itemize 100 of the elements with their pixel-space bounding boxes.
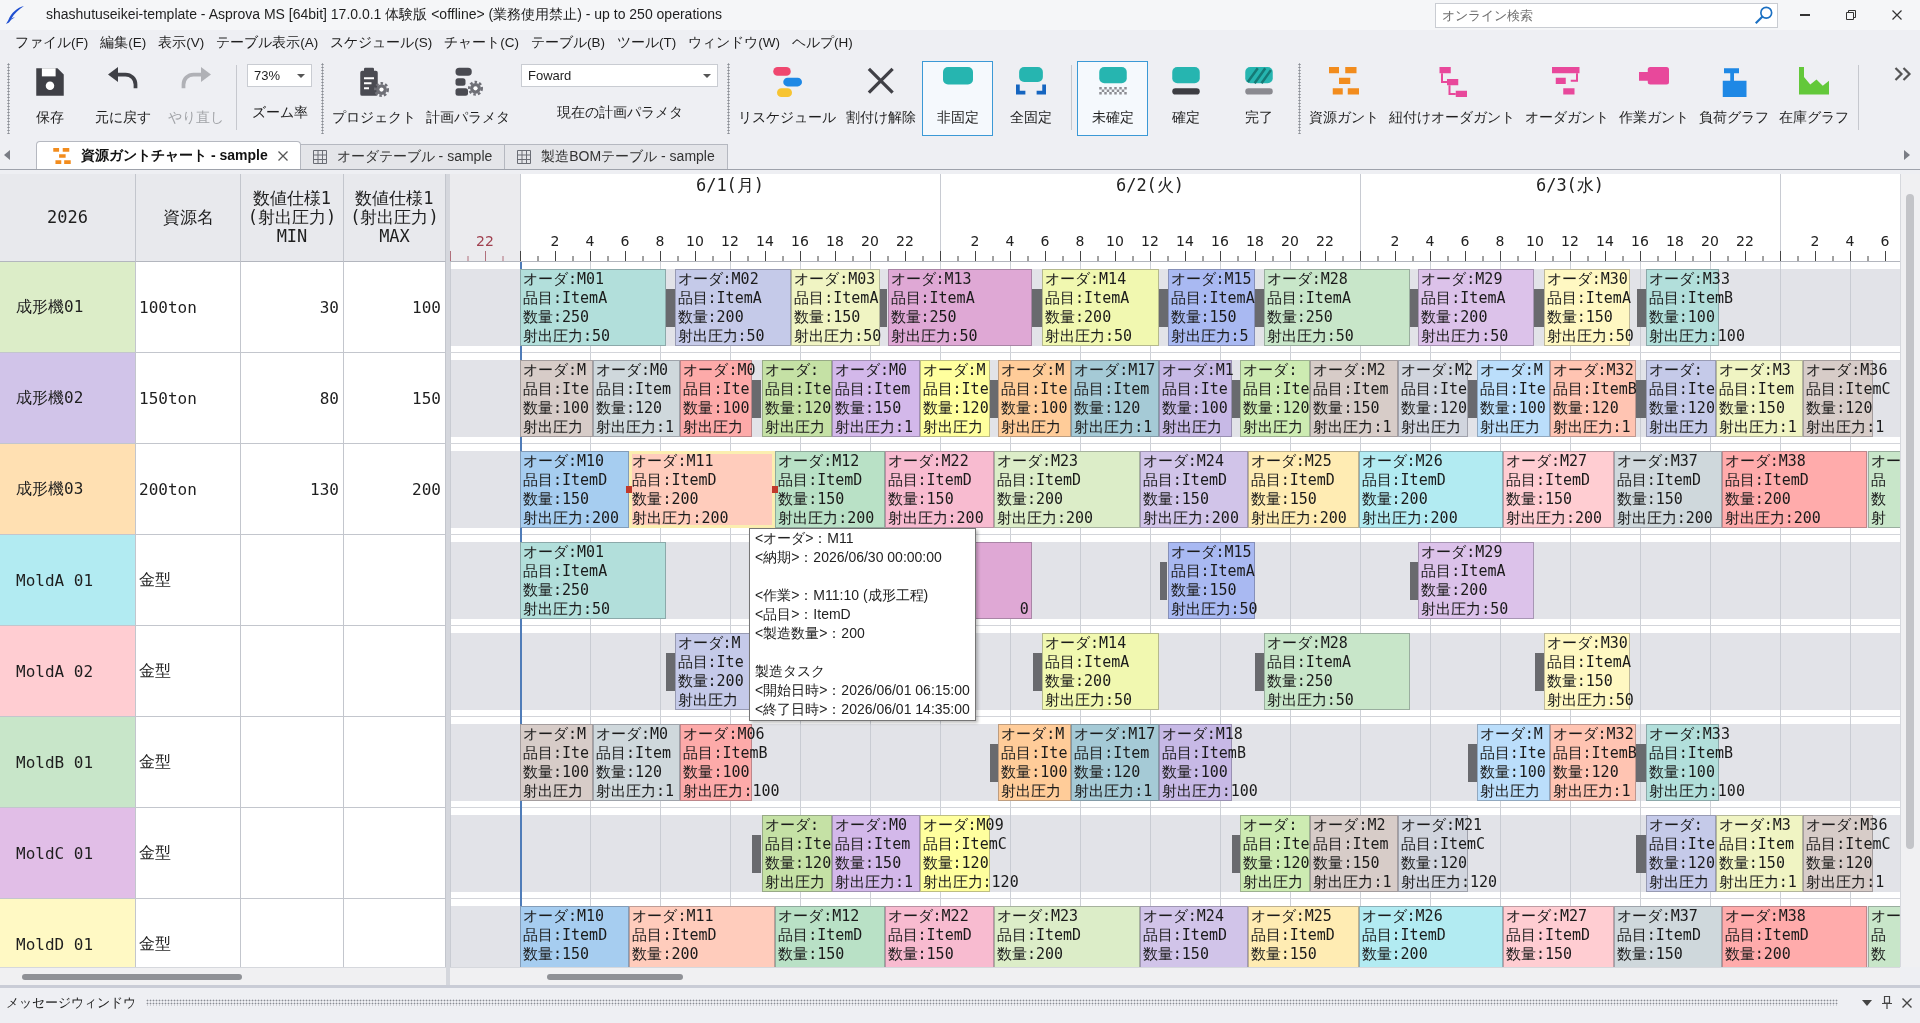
task-bar[interactable] (592, 360, 681, 437)
task-bar[interactable] (1240, 815, 1311, 892)
task-bar[interactable] (884, 451, 994, 528)
task-bar[interactable] (1139, 451, 1248, 528)
resource-cell[interactable]: 成形機01 (0, 262, 136, 353)
task-bar[interactable] (1418, 542, 1534, 619)
panel-grip[interactable] (146, 999, 1838, 1006)
menu-item[interactable]: ヘルプ(H) (786, 31, 859, 54)
task-bar[interactable] (775, 906, 885, 967)
scrollbar-thumb[interactable] (547, 974, 683, 980)
task-bar[interactable] (832, 360, 920, 437)
unfix-button[interactable]: 非固定 (922, 61, 993, 136)
load-graph-button[interactable]: 負荷グラフ (1695, 61, 1773, 136)
save-button[interactable]: 保存 (14, 61, 85, 136)
dropdown[interactable]: Foward (521, 64, 718, 87)
task-bar[interactable] (1549, 724, 1636, 801)
project-button[interactable]: プロジェクト (328, 61, 420, 136)
task-bar[interactable] (629, 451, 776, 528)
menu-item[interactable]: 編集(E) (94, 31, 153, 54)
menu-item[interactable]: 表示(V) (152, 31, 211, 54)
task-bar[interactable] (1263, 269, 1410, 346)
task-bar[interactable] (993, 451, 1140, 528)
task-bar[interactable] (791, 269, 881, 346)
reschedule-button[interactable]: リスケジュール (734, 61, 840, 136)
task-bar[interactable] (998, 724, 1072, 801)
scrollbar-track[interactable] (450, 967, 1900, 985)
task-bar[interactable] (1071, 360, 1159, 437)
task-bar[interactable] (1247, 451, 1359, 528)
task-bar[interactable] (1549, 360, 1636, 437)
toolbar-grip[interactable] (1298, 63, 1301, 134)
close-icon[interactable] (277, 150, 288, 161)
task-bar[interactable] (1247, 906, 1359, 967)
task-bar[interactable] (1139, 906, 1248, 967)
resource-cell[interactable]: MoldB 01 (0, 717, 136, 808)
resize-handle[interactable] (626, 486, 633, 493)
linked-order-gantt-button[interactable]: 紐付けオーダガント (1385, 61, 1519, 136)
task-bar[interactable] (1310, 815, 1398, 892)
task-bar[interactable] (1167, 542, 1255, 619)
tab[interactable]: オーダテーブル - sample (299, 144, 506, 169)
task-bar[interactable] (1721, 906, 1868, 967)
task-bar[interactable] (520, 360, 593, 437)
resource-cell[interactable]: 成形機03 (0, 444, 136, 535)
task-bar[interactable] (520, 451, 630, 528)
right-arrow-icon[interactable] (1904, 149, 1910, 160)
undo-button[interactable]: 元に戻す (87, 61, 158, 136)
resize-handle[interactable] (772, 486, 779, 493)
menu-item[interactable]: チャート(C) (438, 31, 525, 54)
task-bar[interactable] (998, 360, 1072, 437)
task-bar[interactable] (832, 815, 920, 892)
scrollbar-track[interactable] (0, 967, 446, 985)
task-bar[interactable] (762, 360, 833, 437)
task-bar[interactable] (1042, 633, 1159, 710)
toolbar-grip[interactable] (727, 63, 730, 134)
resource-cell[interactable]: MoldD 01 (0, 899, 136, 967)
task-bar[interactable] (1358, 451, 1503, 528)
menu-item[interactable]: テーブル(B) (525, 31, 611, 54)
operation-gantt-button[interactable]: 作業ガント (1615, 61, 1693, 136)
toolbar-grip[interactable] (321, 63, 324, 134)
task-bar[interactable] (1042, 269, 1159, 346)
task-bar[interactable] (1502, 451, 1614, 528)
left-arrow-icon[interactable] (4, 149, 10, 160)
task-bar[interactable] (520, 906, 630, 967)
task-bar[interactable] (762, 815, 833, 892)
caret-down-icon[interactable] (1862, 999, 1872, 1006)
menu-item[interactable]: ウィンドウ(W) (682, 31, 786, 54)
scrollbar-thumb[interactable] (22, 974, 242, 980)
task-bar[interactable] (1715, 815, 1804, 892)
unassign-button[interactable]: 割付け解除 (842, 61, 920, 136)
task-bar[interactable] (1167, 269, 1255, 346)
task-bar[interactable] (887, 269, 1032, 346)
task-bar[interactable] (1158, 360, 1232, 437)
plan-parameters-button[interactable]: 計画パラメタ (422, 61, 514, 136)
completed-button[interactable]: 完了 (1223, 61, 1294, 136)
close-icon[interactable] (1902, 997, 1912, 1008)
task-bar[interactable] (1263, 633, 1410, 710)
resource-gantt-button[interactable]: 資源ガント (1305, 61, 1383, 136)
task-bar[interactable] (884, 906, 994, 967)
tab[interactable]: 製造BOMテーブル - sample (504, 144, 728, 169)
resource-cell[interactable]: 成形機02 (0, 353, 136, 444)
unconfirmed-button[interactable]: 未確定 (1077, 61, 1148, 136)
task-bar[interactable] (1613, 906, 1722, 967)
dropdown[interactable]: 73% (247, 64, 312, 87)
task-bar[interactable] (520, 724, 593, 801)
task-bar[interactable] (1645, 360, 1716, 437)
task-bar[interactable] (1721, 451, 1868, 528)
task-bar[interactable] (1502, 906, 1614, 967)
resource-cell[interactable]: MoldA 02 (0, 626, 136, 717)
task-bar[interactable] (993, 906, 1140, 967)
task-bar[interactable] (1418, 269, 1534, 346)
inventory-graph-button[interactable]: 在庫グラフ (1775, 61, 1853, 136)
tab[interactable]: 資源ガントチャート - sample (36, 141, 301, 169)
menu-item[interactable]: ファイル(F) (9, 31, 95, 54)
search-icon[interactable] (1755, 5, 1773, 24)
task-bar[interactable] (1645, 815, 1716, 892)
task-bar[interactable] (1476, 360, 1550, 437)
pin-icon[interactable] (1882, 996, 1892, 1009)
search-field[interactable]: オンライン検索 (1435, 2, 1778, 28)
resource-cell[interactable]: MoldA 01 (0, 535, 136, 626)
task-bar[interactable] (592, 724, 681, 801)
task-bar[interactable] (1240, 360, 1311, 437)
